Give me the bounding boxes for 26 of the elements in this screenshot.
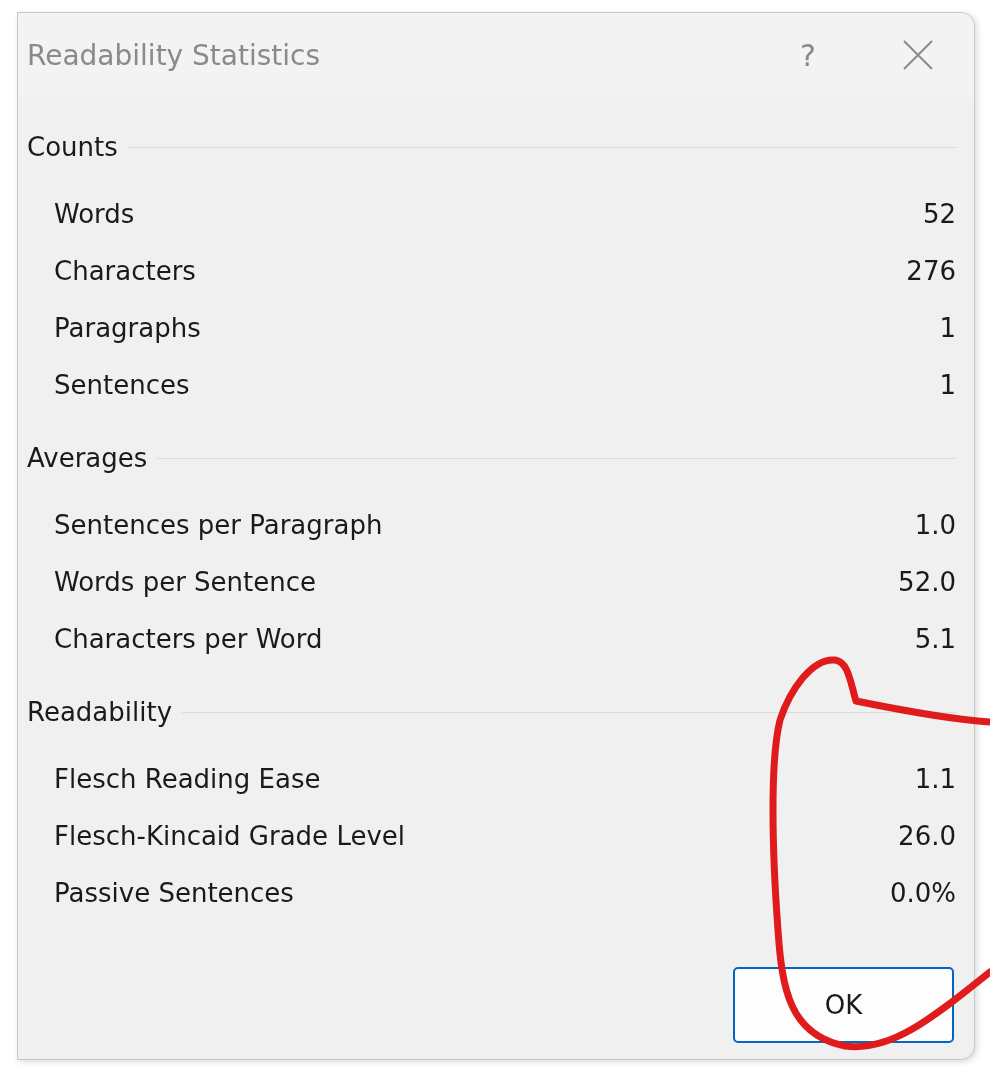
stat-label: Characters per Word xyxy=(54,623,323,654)
stat-value: 52.0 xyxy=(898,566,956,597)
stat-label: Flesch-Kincaid Grade Level xyxy=(54,820,405,851)
close-icon xyxy=(902,39,934,71)
section-heading: Averages xyxy=(27,443,148,473)
stat-value: 0.0% xyxy=(889,877,956,908)
stat-value: 1 xyxy=(939,312,956,343)
stat-value: 26.0 xyxy=(898,820,956,851)
ok-button[interactable]: OK xyxy=(733,967,954,1043)
stat-value: 1 xyxy=(939,369,956,400)
stat-value: 276 xyxy=(906,255,956,286)
window-title: Readability Statistics xyxy=(27,38,322,72)
stat-value: 1.1 xyxy=(914,763,956,794)
stat-label: Words per Sentence xyxy=(54,566,317,597)
stat-label: Paragraphs xyxy=(54,312,201,343)
stat-label: Passive Sentences xyxy=(54,877,294,908)
stat-value: 1.0 xyxy=(914,509,956,540)
stat-label: Flesch Reading Ease xyxy=(54,763,321,794)
section-heading: Counts xyxy=(27,132,118,162)
stat-value: 52 xyxy=(922,198,956,229)
section-heading: Readability xyxy=(27,697,173,727)
stat-value: 5.1 xyxy=(914,623,956,654)
stat-label: Sentences xyxy=(54,369,190,400)
stat-label: Characters xyxy=(54,255,196,286)
stat-label: Words xyxy=(54,198,135,229)
stat-label: Sentences per Paragraph xyxy=(54,509,383,540)
